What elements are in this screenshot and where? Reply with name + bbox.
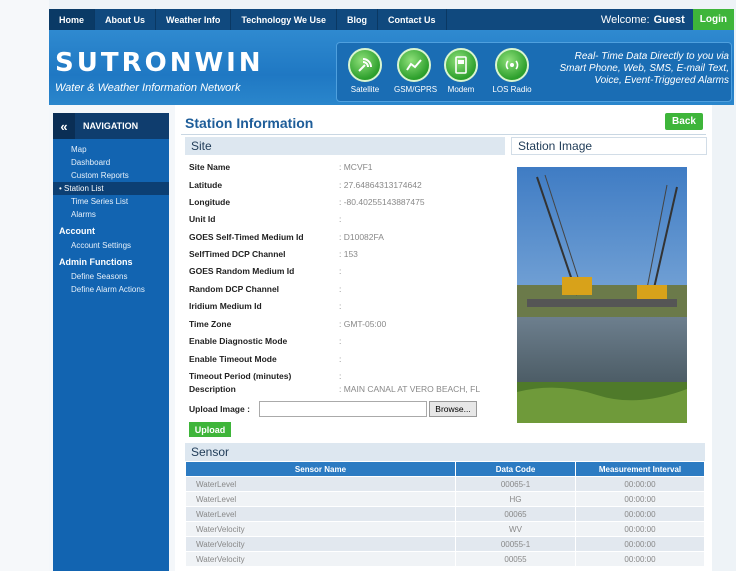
station-image-heading: Station Image — [511, 137, 707, 155]
upload-button[interactable]: Upload — [189, 422, 231, 437]
table-row[interactable]: WaterLevel HG 00:00:00 — [185, 491, 705, 507]
sidebar: « NAVIGATION Map Dashboard Custom Report… — [49, 105, 175, 571]
login-button[interactable]: Login — [692, 9, 734, 30]
browse-button[interactable]: Browse... — [429, 401, 477, 417]
field-site-name: Site Name : MCVF1 — [189, 162, 373, 172]
welcome-label: Welcome: — [600, 13, 650, 26]
station-image — [517, 167, 687, 423]
sensor-table-header: Sensor Name Data Code Measurement Interv… — [185, 461, 705, 477]
sidebar-item-time-series-list[interactable]: Time Series List — [53, 195, 169, 208]
table-row[interactable]: WaterLevel 00065 00:00:00 — [185, 506, 705, 522]
nav-weather-info[interactable]: Weather Info — [156, 9, 232, 30]
field-diagnostic-mode: Enable Diagnostic Mode : — [189, 336, 342, 346]
collapse-icon[interactable]: « — [53, 113, 75, 139]
back-button[interactable]: Back — [665, 113, 703, 130]
field-description: Description : MAIN CANAL AT VERO BEACH, … — [189, 384, 481, 394]
main-content: Station Information Back Site Station Im… — [175, 105, 712, 571]
nav-blog[interactable]: Blog — [337, 9, 379, 30]
modem-icon — [444, 48, 478, 82]
modem-item: Modem — [441, 48, 481, 94]
sensor-section-heading: Sensor — [185, 443, 705, 461]
column-measurement-interval[interactable]: Measurement Interval — [575, 461, 705, 477]
sidebar-item-custom-reports[interactable]: Custom Reports — [53, 169, 169, 182]
sidebar-item-define-alarm-actions[interactable]: Define Alarm Actions — [53, 283, 169, 296]
sidebar-item-define-seasons[interactable]: Define Seasons — [53, 270, 169, 283]
page-margin — [0, 0, 49, 571]
nav-contact-us[interactable]: Contact Us — [378, 9, 447, 30]
sensor-table: Sensor Name Data Code Measurement Interv… — [185, 461, 705, 567]
sidebar-item-alarms[interactable]: Alarms — [53, 208, 169, 221]
field-latitude: Latitude : 27.64864313174642 — [189, 180, 422, 190]
satellite-item: Satellite — [345, 48, 385, 94]
table-row[interactable]: WaterVelocity 00055-1 00:00:00 — [185, 536, 705, 552]
upload-file-input[interactable] — [259, 401, 427, 417]
field-time-zone: Time Zone : GMT-05:00 — [189, 319, 387, 329]
satellite-icon — [348, 48, 382, 82]
site-logo[interactable]: SUTRONWIN — [55, 48, 264, 78]
title-divider — [181, 134, 706, 135]
nav-technology[interactable]: Technology We Use — [231, 9, 338, 30]
sidebar-panel: « NAVIGATION Map Dashboard Custom Report… — [53, 113, 169, 571]
nav-header: « NAVIGATION — [53, 113, 169, 139]
admin-section-title: Admin Functions — [59, 257, 133, 267]
header-banner: SUTRONWIN Water & Weather Information Ne… — [49, 30, 734, 105]
page-title: Station Information — [185, 115, 314, 131]
welcome-area: Welcome: Guest Login — [601, 9, 734, 30]
table-row[interactable]: WaterVelocity 00055 00:00:00 — [185, 551, 705, 567]
column-data-code[interactable]: Data Code — [455, 461, 576, 477]
field-self-timed-channel: SelfTimed DCP Channel : 153 — [189, 249, 358, 259]
field-timeout-period: Timeout Period (minutes) : — [189, 371, 342, 381]
top-bar: Home About Us Weather Info Technology We… — [49, 9, 734, 30]
upload-row: Upload Image : Browse... — [189, 401, 477, 417]
site-tagline: Water & Weather Information Network — [55, 82, 241, 94]
top-nav: Home About Us Weather Info Technology We… — [49, 9, 447, 30]
signal-icon — [397, 48, 431, 82]
sidebar-item-account-settings[interactable]: Account Settings — [53, 239, 169, 252]
field-unit-id: Unit Id : — [189, 214, 342, 224]
field-goes-self-timed-id: GOES Self-Timed Medium Id : D10082FA — [189, 232, 384, 242]
field-goes-random-id: GOES Random Medium Id : — [189, 266, 342, 276]
sidebar-item-map[interactable]: Map — [53, 143, 169, 156]
site-section-heading: Site — [185, 137, 505, 155]
field-iridium-id: Iridium Medium Id : — [189, 301, 342, 311]
sidebar-item-dashboard[interactable]: Dashboard — [53, 156, 169, 169]
account-section-title: Account — [59, 226, 95, 236]
field-timeout-mode: Enable Timeout Mode : — [189, 354, 342, 364]
radio-item: LOS Radio — [492, 48, 532, 94]
nav-list: Map Dashboard Custom Reports Station Lis… — [53, 139, 169, 296]
table-row[interactable]: WaterVelocity WV 00:00:00 — [185, 521, 705, 537]
column-sensor-name[interactable]: Sensor Name — [185, 461, 456, 477]
field-random-channel: Random DCP Channel : — [189, 284, 342, 294]
radio-icon — [495, 48, 529, 82]
nav-home[interactable]: Home — [49, 9, 96, 30]
upload-label: Upload Image : — [189, 404, 250, 414]
gsm-item: GSM/GPRS — [394, 48, 437, 94]
sidebar-item-station-list[interactable]: Station List — [53, 182, 169, 195]
communication-panel: Satellite GSM/GPRS Modem LOS Radio Real-… — [336, 42, 732, 102]
field-longitude: Longitude : -80.40255143887475 — [189, 197, 425, 207]
feature-tagline: Real- Time Data Directly to you via Smar… — [559, 51, 729, 86]
table-row[interactable]: WaterLevel 00065-1 00:00:00 — [185, 476, 705, 492]
nav-header-label: NAVIGATION — [83, 121, 139, 131]
nav-about-us[interactable]: About Us — [95, 9, 157, 30]
user-name: Guest — [653, 13, 685, 26]
